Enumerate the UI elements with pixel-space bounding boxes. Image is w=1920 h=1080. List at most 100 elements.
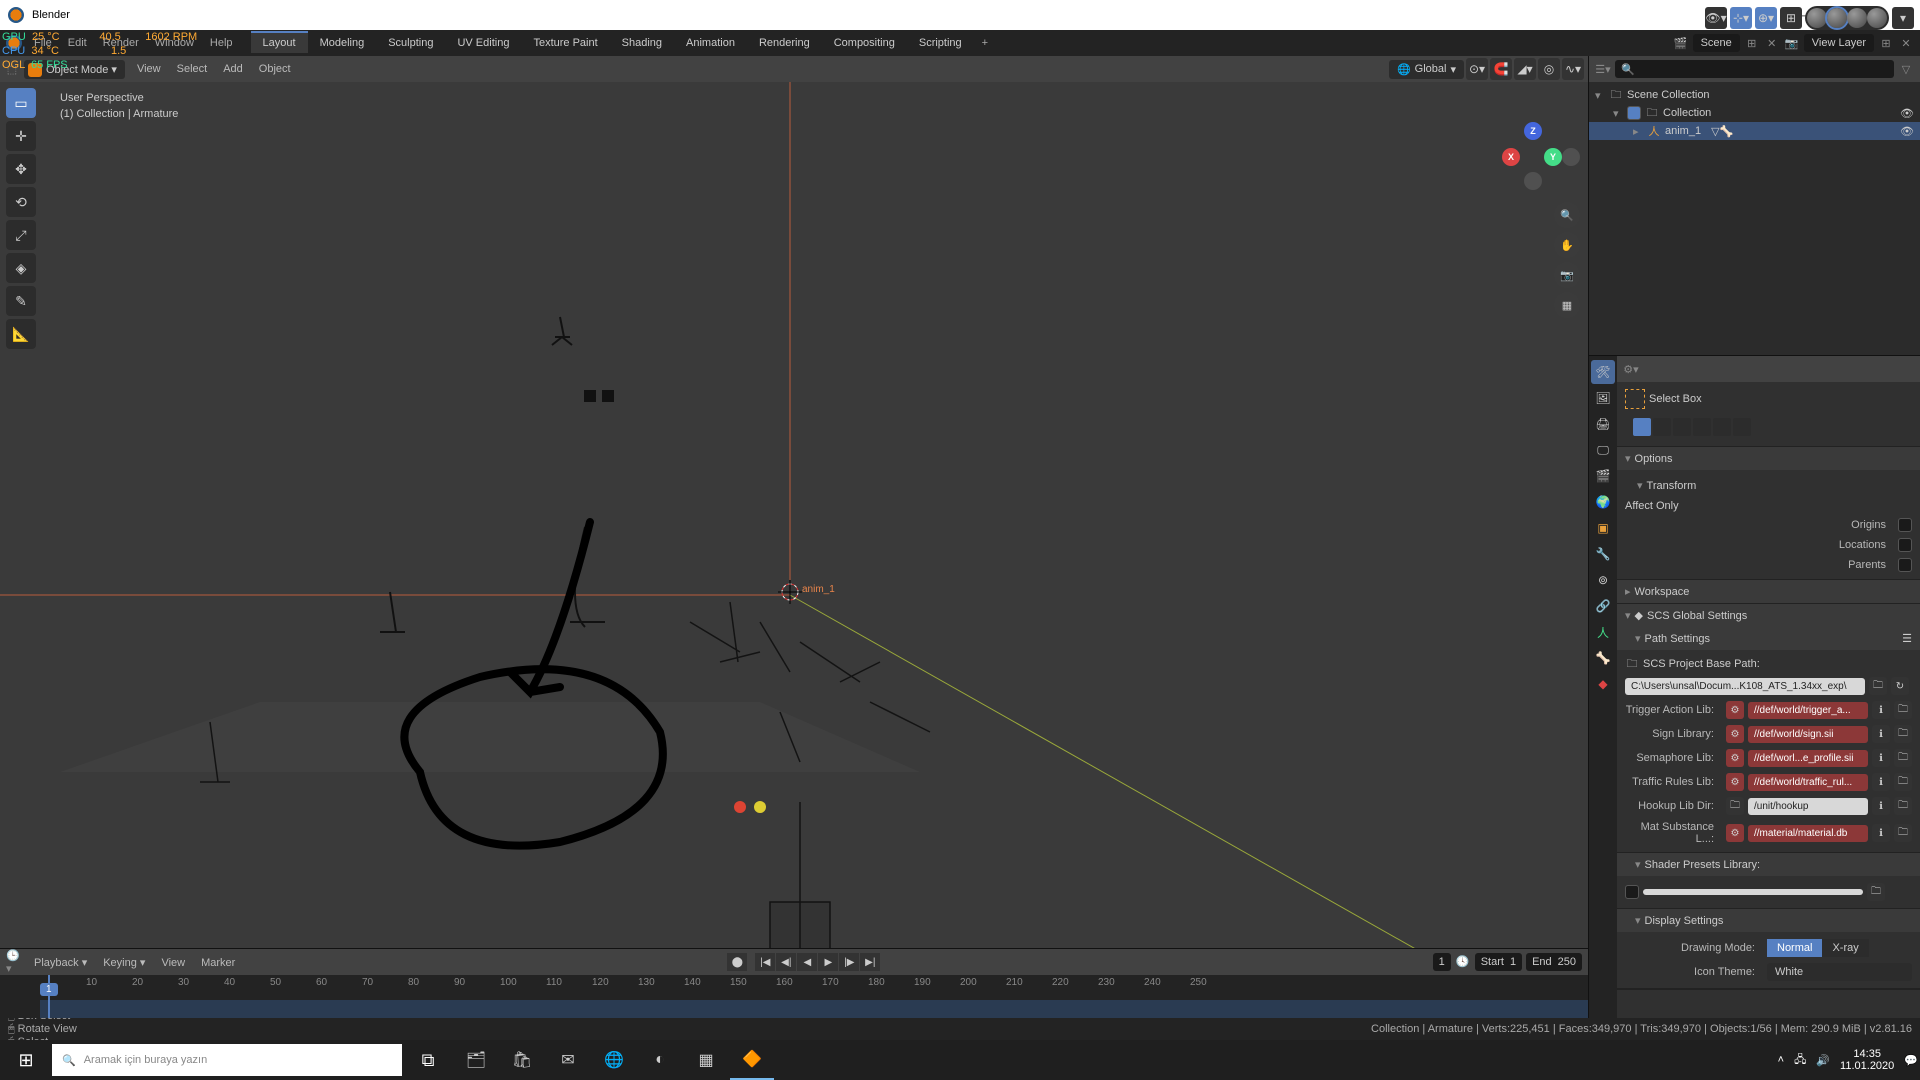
tb-chrome[interactable]: 🌐 [592,1040,636,1080]
ptab-world[interactable]: 🌍 [1591,490,1615,514]
scs-row-5-browse[interactable]: 🗀 [1894,824,1912,842]
tool-move[interactable]: ✥ [6,154,36,184]
ptab-constraint[interactable]: 🔗 [1591,594,1615,618]
outliner-filter-button[interactable]: ▽ [1898,61,1914,77]
scs-row-4-icon[interactable]: 🗀 [1726,797,1744,815]
tb-mail[interactable]: ✉ [546,1040,590,1080]
tl-menu-marker[interactable]: Marker [193,953,243,973]
xo-btn-1[interactable] [1633,418,1651,436]
scs-row-2-icon[interactable]: ⚙ [1726,749,1744,767]
camera-button[interactable]: 📷 [1554,262,1580,288]
scs-row-3-input[interactable]: //def/world/traffic_rul... [1748,774,1868,791]
menu-window[interactable]: Window [147,33,202,53]
xo-btn-6[interactable] [1733,418,1751,436]
play-fwd[interactable]: ▶ [818,953,838,971]
ptab-physics[interactable]: ⊚ [1591,568,1615,592]
scs-row-0-icon[interactable]: ⚙ [1726,701,1744,719]
persp-button[interactable]: ▦ [1554,292,1580,318]
scs-row-4-info[interactable]: ℹ [1872,797,1890,815]
shade-matprev[interactable] [1847,8,1867,28]
ptab-bone[interactable]: 🦴 [1591,646,1615,670]
parents-check[interactable] [1898,558,1912,572]
workspace-compositing[interactable]: Compositing [822,31,907,53]
outliner-search[interactable]: 🔍 [1615,60,1894,78]
tool-measure[interactable]: 📐 [6,319,36,349]
snap-dropdown[interactable]: ◢▾ [1514,58,1536,80]
panel-shader-presets[interactable]: ▾Shader Presets Library: [1617,853,1920,876]
shade-rendered[interactable] [1867,8,1887,28]
ptab-scs[interactable]: ◆ [1591,672,1615,696]
tb-blender[interactable]: 🔶 [730,1040,774,1080]
pivot-dropdown[interactable]: ⊙▾ [1466,58,1488,80]
xo-btn-2[interactable] [1653,418,1671,436]
workspace-animation[interactable]: Animation [674,31,747,53]
menu-file[interactable]: File [26,33,60,53]
scs-row-0-input[interactable]: //def/world/trigger_a... [1748,702,1868,719]
panel-options[interactable]: ▾Options [1617,447,1920,470]
xo-btn-5[interactable] [1713,418,1731,436]
panel-transform[interactable]: ▾Transform [1625,474,1912,497]
xray-toggle[interactable]: ⊞ [1780,7,1802,29]
ol-scene-collection[interactable]: ▾🗀Scene Collection [1589,86,1920,104]
tl-menu-keying[interactable]: Keying ▾ [95,953,153,973]
shading-dropdown[interactable]: ▾ [1892,7,1914,29]
new-scene-button[interactable]: ⊞ [1744,35,1760,51]
outliner-editor-button[interactable]: ☰▾ [1595,61,1611,77]
timeline-ruler[interactable]: 1 10203040506070809010011012013014015016… [0,975,1588,1018]
workspace-uv-editing[interactable]: UV Editing [445,31,521,53]
task-view-button[interactable]: ⧉ [404,1040,452,1080]
delete-scene-button[interactable]: ✕ [1764,35,1780,51]
xo-btn-4[interactable] [1693,418,1711,436]
scs-row-2-input[interactable]: //def/worl...e_profile.sii [1748,750,1868,767]
snap-toggle[interactable]: 🧲 [1490,58,1512,80]
props-editor-button[interactable]: ⚙▾ [1623,361,1639,377]
visibility-dropdown[interactable]: 👁▾ [1705,7,1727,29]
shade-wireframe[interactable] [1807,8,1827,28]
tb-explorer[interactable]: 🗂 [454,1040,498,1080]
workspace-layout[interactable]: Layout [251,31,308,53]
drawmode-toggle[interactable]: NormalX-ray [1767,939,1912,957]
tb-store[interactable]: 🛍 [500,1040,544,1080]
workspace-shading[interactable]: Shading [610,31,674,53]
tb-app1[interactable]: ◐ [638,1040,682,1080]
scs-row-0-browse[interactable]: 🗀 [1894,701,1912,719]
menu-edit[interactable]: Edit [60,33,95,53]
scene-dropdown[interactable]: Scene [1693,34,1740,52]
tl-menu-view[interactable]: View [153,953,193,973]
overlays-toggle[interactable]: ⊕▾ [1755,7,1777,29]
tool-transform[interactable]: ◈ [6,253,36,283]
keyframe-prev[interactable]: ◀| [776,953,796,971]
vp-menu-object[interactable]: Object [251,59,299,79]
ol-item-anim1[interactable]: ▸人anim_1▽🦴👁 [1589,122,1920,140]
xo-btn-3[interactable] [1673,418,1691,436]
editor-type-button[interactable]: ⬚ [4,61,20,77]
base-path-input[interactable]: C:\Users\unsal\Docum...K108_ATS_1.34xx_e… [1625,678,1865,695]
scs-row-1-icon[interactable]: ⚙ [1726,725,1744,743]
play-rev[interactable]: ◀ [797,953,817,971]
tool-rotate[interactable]: ⟲ [6,187,36,217]
zoom-button[interactable]: 🔍 [1554,202,1580,228]
viewlayer-dropdown[interactable]: View Layer [1804,34,1874,52]
ptab-tool[interactable]: 🛠 [1591,360,1615,384]
scs-row-0-info[interactable]: ℹ [1872,701,1890,719]
nav-gizmo[interactable]: Y X Z [1498,122,1568,192]
scs-row-1-input[interactable]: //def/world/sign.sii [1748,726,1868,743]
start-frame[interactable]: Start 1 [1475,953,1522,971]
base-path-reload[interactable]: ↻ [1891,677,1909,695]
menu-help[interactable]: Help [202,33,241,53]
tool-select[interactable]: ▭ [6,88,36,118]
tray-volume[interactable]: 🔊 [1816,1054,1830,1067]
scs-row-5-input[interactable]: //material/material.db [1748,825,1868,842]
ptab-armature[interactable]: 人 [1591,620,1615,644]
taskbar-clock[interactable]: 14:3511.01.2020 [1840,1048,1894,1072]
add-workspace-button[interactable]: + [974,33,996,53]
scs-row-4-input[interactable]: /unit/hookup [1748,798,1868,815]
scs-row-4-browse[interactable]: 🗀 [1894,797,1912,815]
scs-row-5-icon[interactable]: ⚙ [1726,824,1744,842]
jump-end[interactable]: ▶| [860,953,880,971]
end-frame[interactable]: End 250 [1526,953,1582,971]
autokey-toggle[interactable]: ⬤ [727,953,747,971]
ol-collection[interactable]: ▾🗀Collection👁 [1589,104,1920,122]
workspace-sculpting[interactable]: Sculpting [376,31,445,53]
ptab-scene[interactable]: 🎬 [1591,464,1615,488]
